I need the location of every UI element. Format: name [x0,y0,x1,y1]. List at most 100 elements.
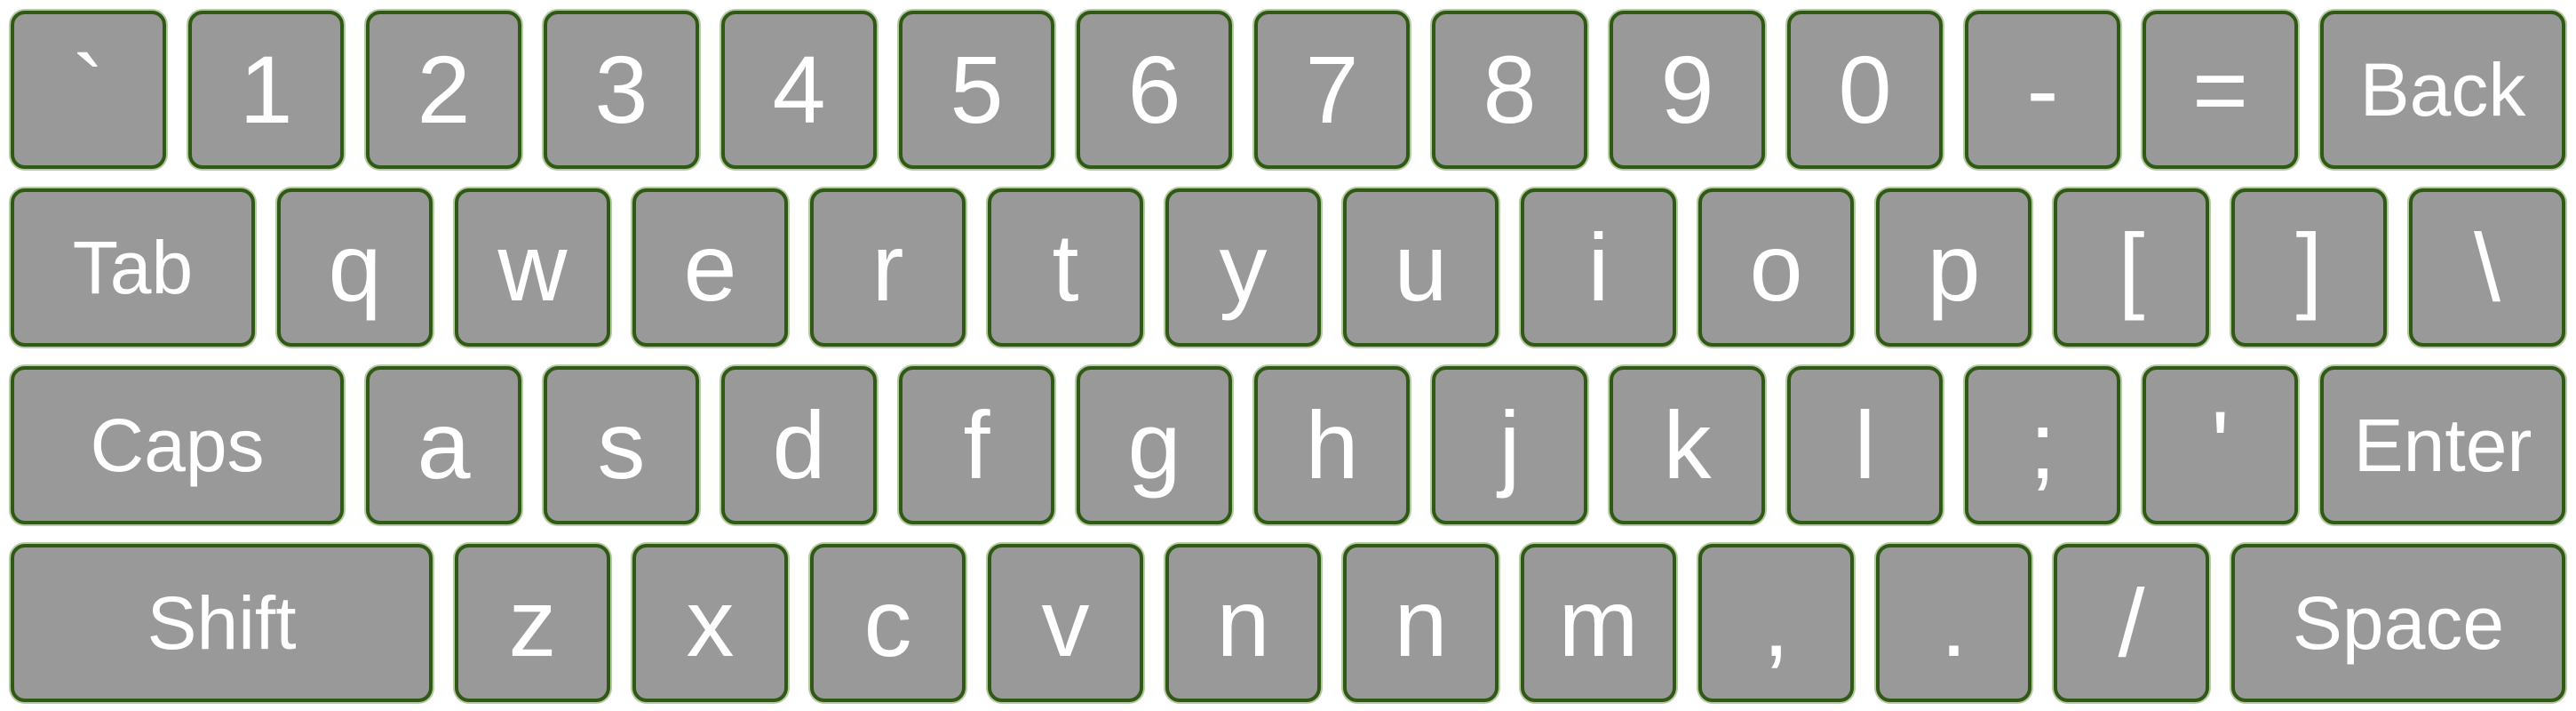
key-label: Shift [147,581,297,665]
key-label: z [508,569,557,676]
key-t[interactable]: t [988,188,1143,347]
key-1[interactable]: 1 [188,11,344,169]
key-label: n [1394,569,1448,676]
key-l[interactable]: l [1787,366,1943,524]
key-d[interactable]: d [721,366,877,524]
key-label: l [1854,391,1876,499]
key-label: Space [2292,581,2505,665]
key-label: - [2026,36,2059,143]
key-5[interactable]: 5 [899,11,1054,169]
key-label: = [2191,36,2249,143]
key-label: q [328,213,382,321]
key-backslash[interactable]: \ [2409,188,2565,347]
key-9[interactable]: 9 [1610,11,1765,169]
key-z[interactable]: z [455,544,610,702]
key-label: o [1749,213,1803,321]
key-v[interactable]: v [988,544,1143,702]
key-label: Back [2359,48,2526,132]
key-6[interactable]: 6 [1077,11,1232,169]
key-label: a [417,391,471,499]
key-caps[interactable]: Caps [11,366,344,524]
key-7[interactable]: 7 [1254,11,1410,169]
key-x[interactable]: x [632,544,788,702]
key-f[interactable]: f [899,366,1054,524]
key-slash[interactable]: / [2054,544,2209,702]
key-n-1[interactable]: n [1165,544,1321,702]
key-right-bracket[interactable]: ] [2231,188,2387,347]
key-label: 1 [239,36,293,143]
key-label: ` [72,36,105,143]
key-g[interactable]: g [1077,366,1232,524]
key-o[interactable]: o [1698,188,1854,347]
key-2[interactable]: 2 [366,11,521,169]
key-p[interactable]: p [1876,188,2031,347]
key-label: 4 [772,36,826,143]
key-label: y [1219,213,1268,321]
key-backtick[interactable]: ` [11,11,166,169]
key-label: / [2118,569,2145,676]
key-space[interactable]: Space [2231,544,2565,702]
key-c[interactable]: c [810,544,966,702]
key-label: [ [2118,213,2145,321]
key-label: v [1041,569,1090,676]
key-label: 7 [1305,36,1359,143]
key-label: u [1394,213,1448,321]
key-label: 3 [594,36,648,143]
key-y[interactable]: y [1165,188,1321,347]
key-enter[interactable]: Enter [2320,366,2565,524]
key-label: x [686,569,735,676]
key-comma[interactable]: , [1698,544,1854,702]
key-label: w [497,213,568,321]
key-quote[interactable]: ' [2143,366,2298,524]
key-equals[interactable]: = [2143,11,2298,169]
key-period[interactable]: . [1876,544,2031,702]
key-label: m [1558,569,1639,676]
key-label: c [863,569,912,676]
key-n-2[interactable]: n [1343,544,1499,702]
key-label: p [1927,213,1981,321]
key-label: n [1216,569,1270,676]
key-m[interactable]: m [1521,544,1676,702]
key-0[interactable]: 0 [1787,11,1943,169]
key-shift[interactable]: Shift [11,544,433,702]
key-h[interactable]: h [1254,366,1410,524]
key-label: g [1127,391,1181,499]
key-label: \ [2473,213,2500,321]
key-label: 0 [1838,36,1892,143]
key-tab[interactable]: Tab [11,188,255,347]
key-left-bracket[interactable]: [ [2054,188,2209,347]
key-label: ] [2295,213,2323,321]
key-back[interactable]: Back [2320,11,2565,169]
key-minus[interactable]: - [1965,11,2120,169]
key-label: ; [2029,391,2056,499]
key-label: s [597,391,646,499]
key-label: . [1940,569,1968,676]
key-k[interactable]: k [1610,366,1765,524]
key-label: k [1663,391,1712,499]
key-3[interactable]: 3 [544,11,699,169]
key-label: f [963,391,990,499]
key-u[interactable]: u [1343,188,1499,347]
key-label: Tab [72,226,194,309]
key-w[interactable]: w [455,188,610,347]
key-label: 6 [1127,36,1181,143]
key-label: h [1305,391,1359,499]
key-label: j [1499,391,1521,499]
key-label: d [772,391,826,499]
key-q[interactable]: q [277,188,433,347]
key-s[interactable]: s [544,366,699,524]
key-label: 2 [417,36,471,143]
key-4[interactable]: 4 [721,11,877,169]
key-label: Caps [90,403,265,487]
key-label: t [1052,213,1079,321]
key-j[interactable]: j [1432,366,1587,524]
key-i[interactable]: i [1521,188,1676,347]
key-label: Enter [2353,403,2532,487]
key-e[interactable]: e [632,188,788,347]
key-semicolon[interactable]: ; [1965,366,2120,524]
key-8[interactable]: 8 [1432,11,1587,169]
key-label: ' [2211,391,2230,499]
key-label: 5 [950,36,1004,143]
key-a[interactable]: a [366,366,521,524]
key-r[interactable]: r [810,188,966,347]
